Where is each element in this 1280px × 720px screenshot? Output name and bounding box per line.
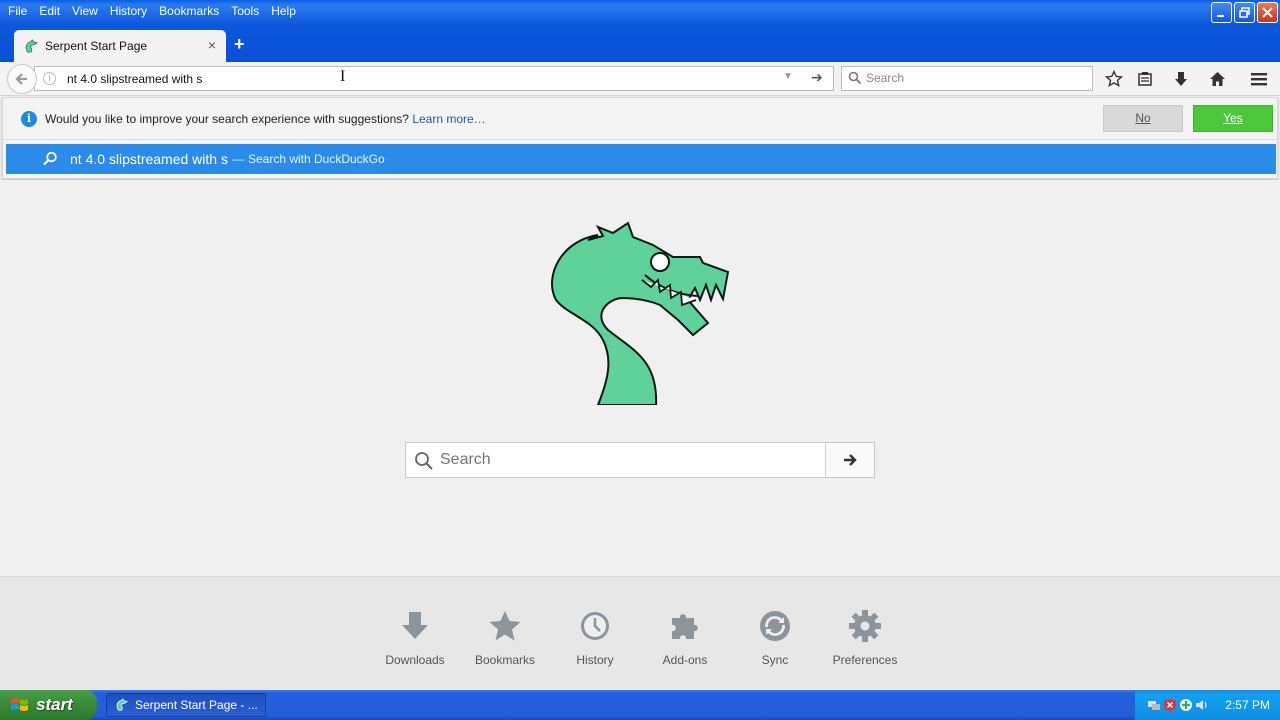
url-bar[interactable]: i ▼ ➔ — [34, 66, 834, 91]
search-suggestions-popup: i Would you like to improve your search … — [2, 97, 1278, 179]
learn-more-link[interactable]: Learn more… — [412, 112, 485, 126]
home-icon — [1209, 72, 1225, 86]
text-cursor-icon: I — [340, 68, 346, 85]
notice-text: Would you like to improve your search ex… — [45, 112, 486, 126]
clipboard-icon — [1138, 72, 1152, 86]
restore-button[interactable] — [1234, 2, 1255, 23]
launcher-label: Bookmarks — [474, 653, 536, 667]
launcher-bookmarks[interactable]: Bookmarks — [460, 607, 550, 667]
star-icon — [489, 611, 521, 641]
start-page-content — [0, 180, 1280, 576]
close-icon — [1262, 7, 1273, 18]
menu-bookmarks[interactable]: Bookmarks — [153, 1, 225, 21]
search-icon — [848, 71, 862, 85]
star-icon — [1105, 70, 1123, 88]
tab-close-icon[interactable]: × — [208, 38, 216, 52]
start-button[interactable]: start — [0, 690, 97, 720]
minimize-button[interactable] — [1211, 2, 1232, 23]
downloads-button[interactable] — [1170, 69, 1192, 89]
sync-icon — [760, 611, 790, 641]
menu-history[interactable]: History — [104, 1, 153, 21]
back-button[interactable] — [7, 64, 37, 94]
launcher-label: Sync — [761, 653, 789, 667]
menu-edit[interactable]: Edit — [33, 1, 66, 21]
url-dropdown-icon[interactable]: ▼ — [783, 71, 793, 82]
windows-flag-icon — [11, 698, 28, 711]
suggestion-separator: — — [231, 152, 244, 166]
home-button[interactable] — [1206, 69, 1228, 89]
menu-file[interactable]: File — [2, 1, 33, 21]
tray-app-icon[interactable] — [1179, 698, 1193, 712]
launcher-sync[interactable]: Sync — [730, 607, 820, 667]
tab-strip: Serpent Start Page × + — [0, 28, 1280, 62]
arrow-right-icon — [844, 454, 857, 466]
launcher-addons[interactable]: Add-ons — [640, 607, 730, 667]
new-tab-button[interactable]: + — [234, 34, 245, 54]
network-icon[interactable] — [1147, 698, 1161, 712]
page-search-input[interactable] — [440, 449, 820, 471]
taskbar-clock: 2:57 PM — [1225, 698, 1270, 712]
suggestion-engine-action: Search with DuckDuckGo — [247, 152, 385, 166]
download-icon — [402, 612, 428, 639]
menu-bar: File Edit View History Bookmarks Tools H… — [0, 0, 302, 22]
taskbar-window-label: Serpent Start Page - ... — [135, 698, 258, 712]
url-go-icon[interactable]: ➔ — [811, 69, 823, 86]
suggestion-row-duckduckgo[interactable]: nt 4.0 slipstreamed with s — Search with… — [6, 144, 1276, 174]
close-window-button[interactable] — [1257, 2, 1278, 23]
search-icon — [415, 452, 433, 470]
serpent-favicon-icon — [116, 698, 129, 711]
launcher-downloads[interactable]: Downloads — [370, 607, 460, 667]
start-label: start — [36, 695, 73, 714]
launcher-preferences[interactable]: Preferences — [820, 607, 910, 667]
launcher-label: History — [576, 653, 614, 667]
taskbar-window-serpent[interactable]: Serpent Start Page - ... — [106, 693, 266, 717]
site-info-icon[interactable]: i — [43, 72, 56, 85]
window-controls — [1211, 2, 1278, 23]
hamburger-icon — [1251, 73, 1267, 86]
minimize-icon — [1217, 15, 1224, 17]
info-icon: i — [21, 111, 37, 127]
window-titlebar: File Edit View History Bookmarks Tools H… — [0, 0, 1280, 62]
system-tray: 2:57 PM — [1134, 690, 1280, 720]
security-alert-icon[interactable] — [1163, 698, 1177, 712]
page-search-box[interactable] — [405, 442, 875, 478]
launcher-label: Preferences — [832, 653, 898, 667]
search-input[interactable] — [866, 71, 1086, 85]
search-bar[interactable] — [841, 66, 1093, 91]
launcher-label: Downloads — [385, 653, 445, 667]
navigation-toolbar: i ▼ ➔ — [0, 62, 1280, 96]
page-search-go-button[interactable] — [825, 443, 874, 477]
suggestions-opt-in-notice: i Would you like to improve your search … — [3, 98, 1277, 140]
gear-icon — [849, 610, 881, 642]
menu-help[interactable]: Help — [265, 1, 302, 21]
serpent-logo-icon — [551, 221, 730, 405]
launcher-history[interactable]: History — [550, 607, 640, 667]
bookmark-star-button[interactable] — [1103, 69, 1125, 89]
volume-icon[interactable] — [1195, 698, 1209, 712]
notice-message: Would you like to improve your search ex… — [45, 112, 409, 126]
clock-icon — [581, 612, 609, 640]
tab-title: Serpent Start Page — [45, 39, 148, 53]
suggestion-query: nt 4.0 slipstreamed with s — [70, 151, 228, 167]
no-button[interactable]: No — [1103, 105, 1183, 132]
url-input[interactable] — [67, 70, 767, 88]
windows-taskbar: start Serpent Start Page - ... 2:57 PM — [0, 690, 1280, 720]
search-icon — [43, 151, 57, 166]
menu-tools[interactable]: Tools — [225, 1, 265, 21]
restore-icon — [1239, 7, 1250, 18]
tab-serpent-start-page[interactable]: Serpent Start Page × — [14, 30, 226, 62]
serpent-favicon-icon — [25, 38, 39, 52]
download-arrow-icon — [1175, 72, 1187, 86]
launcher-bar: Downloads Bookmarks History Add-ons Sync… — [0, 576, 1280, 690]
puzzle-piece-icon — [672, 614, 698, 639]
menu-view[interactable]: View — [66, 1, 104, 21]
bookmarks-menu-button[interactable] — [1134, 69, 1156, 89]
back-arrow-icon — [15, 73, 27, 85]
launcher-label: Add-ons — [662, 653, 708, 667]
open-menu-button[interactable] — [1248, 69, 1270, 89]
yes-button[interactable]: Yes — [1193, 105, 1273, 132]
